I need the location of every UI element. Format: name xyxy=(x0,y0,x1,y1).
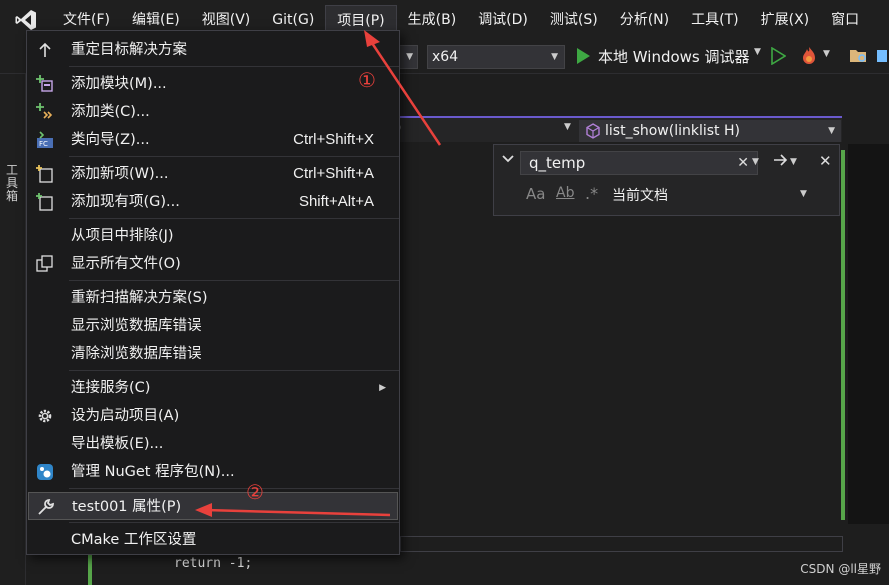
annotation-arrow-two xyxy=(204,508,391,517)
watermark: CSDN @ll星野 xyxy=(800,562,881,576)
annotation-marker-two: ② xyxy=(246,480,264,504)
annotation-marker-one: ① xyxy=(358,68,376,92)
annotation-arrowhead-one xyxy=(364,30,380,47)
annotation-arrows xyxy=(195,30,442,517)
annotation-arrow-one xyxy=(368,39,442,146)
annotation-arrowhead-two xyxy=(195,503,212,517)
